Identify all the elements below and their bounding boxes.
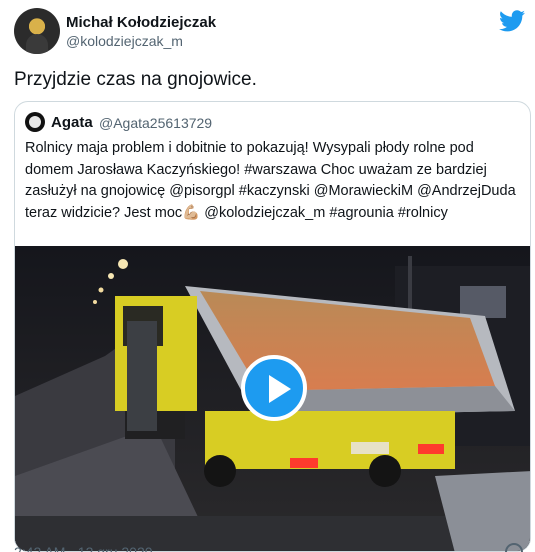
quoted-tweet-text: Rolnicy maja problem i dobitnie to pokaz… bbox=[25, 140, 516, 221]
play-button[interactable] bbox=[241, 355, 307, 421]
author-handle[interactable]: @kolodziejczak_m bbox=[66, 33, 183, 49]
twitter-bird-icon[interactable] bbox=[499, 10, 525, 32]
tweet-timestamp[interactable]: 2:42 AM · 12 gru 2020 bbox=[14, 544, 153, 552]
video-player[interactable] bbox=[15, 246, 530, 551]
author-name[interactable]: Michał Kołodziejczak bbox=[66, 14, 216, 31]
tweet-text: Przyjdzie czas na gnojowice. bbox=[14, 69, 257, 90]
author-avatar[interactable] bbox=[14, 8, 60, 54]
quoted-avatar bbox=[25, 112, 45, 132]
quoted-author-name: Agata bbox=[51, 114, 93, 131]
quoted-author-handle: @Agata25613729 bbox=[99, 115, 213, 131]
quoted-tweet[interactable]: Agata @Agata25613729 Rolnicy maja proble… bbox=[14, 101, 531, 552]
tweet-card: Michał Kołodziejczak @kolodziejczak_m Pr… bbox=[0, 0, 535, 552]
